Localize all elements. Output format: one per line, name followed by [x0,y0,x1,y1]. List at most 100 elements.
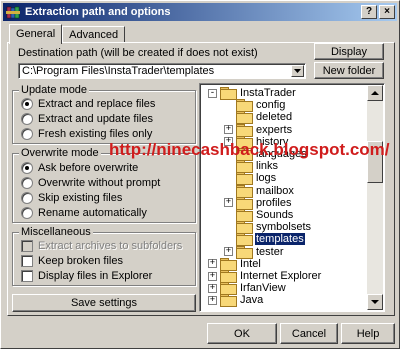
tree-item-label[interactable]: links [255,160,279,172]
miscellaneous-group: Miscellaneous Extract archives to subfol… [12,226,196,286]
expand-icon[interactable]: + [208,283,217,293]
destination-path-value: C:\Program Files\InstaTrader\templates [22,65,215,77]
radio-button[interactable] [21,207,33,219]
cancel-button[interactable]: Cancel [280,323,338,344]
tree-item-label[interactable]: deleted [255,111,293,123]
checkbox[interactable] [21,270,33,282]
folder-icon [236,184,253,198]
tree-item-label[interactable]: Sounds [255,209,294,221]
tree-item-label[interactable]: tester [255,246,285,258]
tree-item-label[interactable]: config [255,99,286,111]
checkbox-keep-broken-files[interactable]: Keep broken files [21,255,123,267]
folder-icon [236,233,253,247]
checkbox-label: Keep broken files [38,255,123,267]
expand-icon[interactable]: + [224,247,233,257]
folder-icon [236,245,253,259]
overwrite-mode-title: Overwrite mode [19,147,101,159]
help-title-button[interactable]: ? [361,5,377,19]
tree-scrollbar[interactable] [367,85,383,310]
radio-button[interactable] [21,128,33,140]
tree-item-label[interactable]: experts [255,124,293,136]
folder-icon [236,123,253,137]
radio-extract-replace[interactable]: Extract and replace files [21,98,155,110]
scroll-thumb[interactable] [367,141,383,183]
folder-icon [236,196,253,210]
tree-item-label[interactable]: mailbox [255,185,295,197]
help-button[interactable]: Help [341,323,395,344]
tree-item-label[interactable]: Internet Explorer [239,270,322,282]
new-folder-button[interactable]: New folder [314,62,384,79]
general-panel: Destination path (will be created if doe… [7,42,395,316]
destination-path-combo[interactable]: C:\Program Files\InstaTrader\templates [18,63,306,79]
radio-button[interactable] [21,192,33,204]
tab-strip: General Advanced [9,24,126,44]
radio-skip-existing[interactable]: Skip existing files [21,192,122,204]
expand-icon[interactable]: + [208,295,217,305]
radio-button[interactable] [21,98,33,110]
tree-item-label[interactable]: profiles [255,197,292,209]
tree-item-label[interactable]: history [255,136,289,148]
collapse-icon[interactable]: - [208,88,217,98]
folder-icon [236,160,253,174]
expand-icon[interactable]: + [208,271,217,281]
folder-icon [220,257,237,271]
tree-item[interactable]: + Java [208,293,264,308]
folder-tree[interactable]: - InstaTrader config deleted + experts + histor… [199,83,385,312]
expand-icon[interactable]: + [224,198,233,208]
window-title: Extraction path and options [25,6,171,18]
radio-label: Extract and replace files [38,98,156,110]
radio-overwrite-without-prompt[interactable]: Overwrite without prompt [21,177,160,189]
tree-item-label[interactable]: Java [239,294,264,306]
expand-icon[interactable]: + [224,137,233,147]
checkbox[interactable] [21,255,33,267]
chevron-down-icon [371,300,379,304]
destination-label: Destination path (will be created if doe… [18,47,258,59]
title-bar[interactable]: Extraction path and options ? × [3,3,397,21]
radio-rename-automatically[interactable]: Rename automatically [21,207,147,219]
radio-button[interactable] [21,113,33,125]
scroll-down-button[interactable] [367,294,383,310]
ok-button[interactable]: OK [207,323,277,344]
radio-extract-update[interactable]: Extract and update files [21,113,153,125]
overwrite-mode-group: Overwrite mode Ask before overwrite Over… [12,147,196,223]
expand-icon[interactable]: + [224,125,233,135]
tree-item-label[interactable]: IrfanView [239,282,287,294]
folder-icon [220,270,237,283]
update-mode-group: Update mode Extract and replace files Ex… [12,84,196,144]
radio-label: Rename automatically [38,207,147,219]
tree-item-label[interactable]: languages [255,148,308,160]
chevron-up-icon [371,91,379,95]
tab-general[interactable]: General [9,24,63,44]
update-mode-title: Update mode [19,84,90,96]
combo-dropdown-button[interactable] [291,65,304,77]
tree-item-label[interactable]: InstaTrader [239,87,297,99]
close-button[interactable]: × [379,5,395,19]
tree-item-label[interactable]: Intel [239,258,262,270]
radio-button[interactable] [21,177,33,189]
folder-icon [236,135,253,149]
folder-icon [236,111,253,125]
tab-advanced[interactable]: Advanced [62,26,126,43]
tree-item-label[interactable]: logs [255,172,277,184]
folder-icon [236,99,253,113]
radio-label: Overwrite without prompt [38,177,161,189]
tree-item-label[interactable]: templates [254,232,306,247]
checkbox-display-in-explorer[interactable]: Display files in Explorer [21,270,152,282]
folder-icon [236,148,253,161]
folder-icon [220,282,237,296]
folder-icon [220,294,237,308]
chevron-down-icon [294,69,301,73]
tree-item-label[interactable]: symbolsets [255,221,312,233]
checkbox [21,240,33,252]
radio-ask-before-overwrite[interactable]: Ask before overwrite [21,162,138,174]
folder-icon [236,172,253,186]
scroll-up-button[interactable] [367,85,383,101]
expand-icon[interactable]: + [208,259,217,269]
checkbox-label: Extract archives to subfolders [38,240,183,252]
checkbox-label: Display files in Explorer [38,270,153,282]
display-button[interactable]: Display [314,43,384,60]
radio-button[interactable] [21,162,33,174]
radio-fresh-existing[interactable]: Fresh existing files only [21,128,152,140]
save-settings-button[interactable]: Save settings [12,294,196,312]
radio-label: Skip existing files [38,192,123,204]
